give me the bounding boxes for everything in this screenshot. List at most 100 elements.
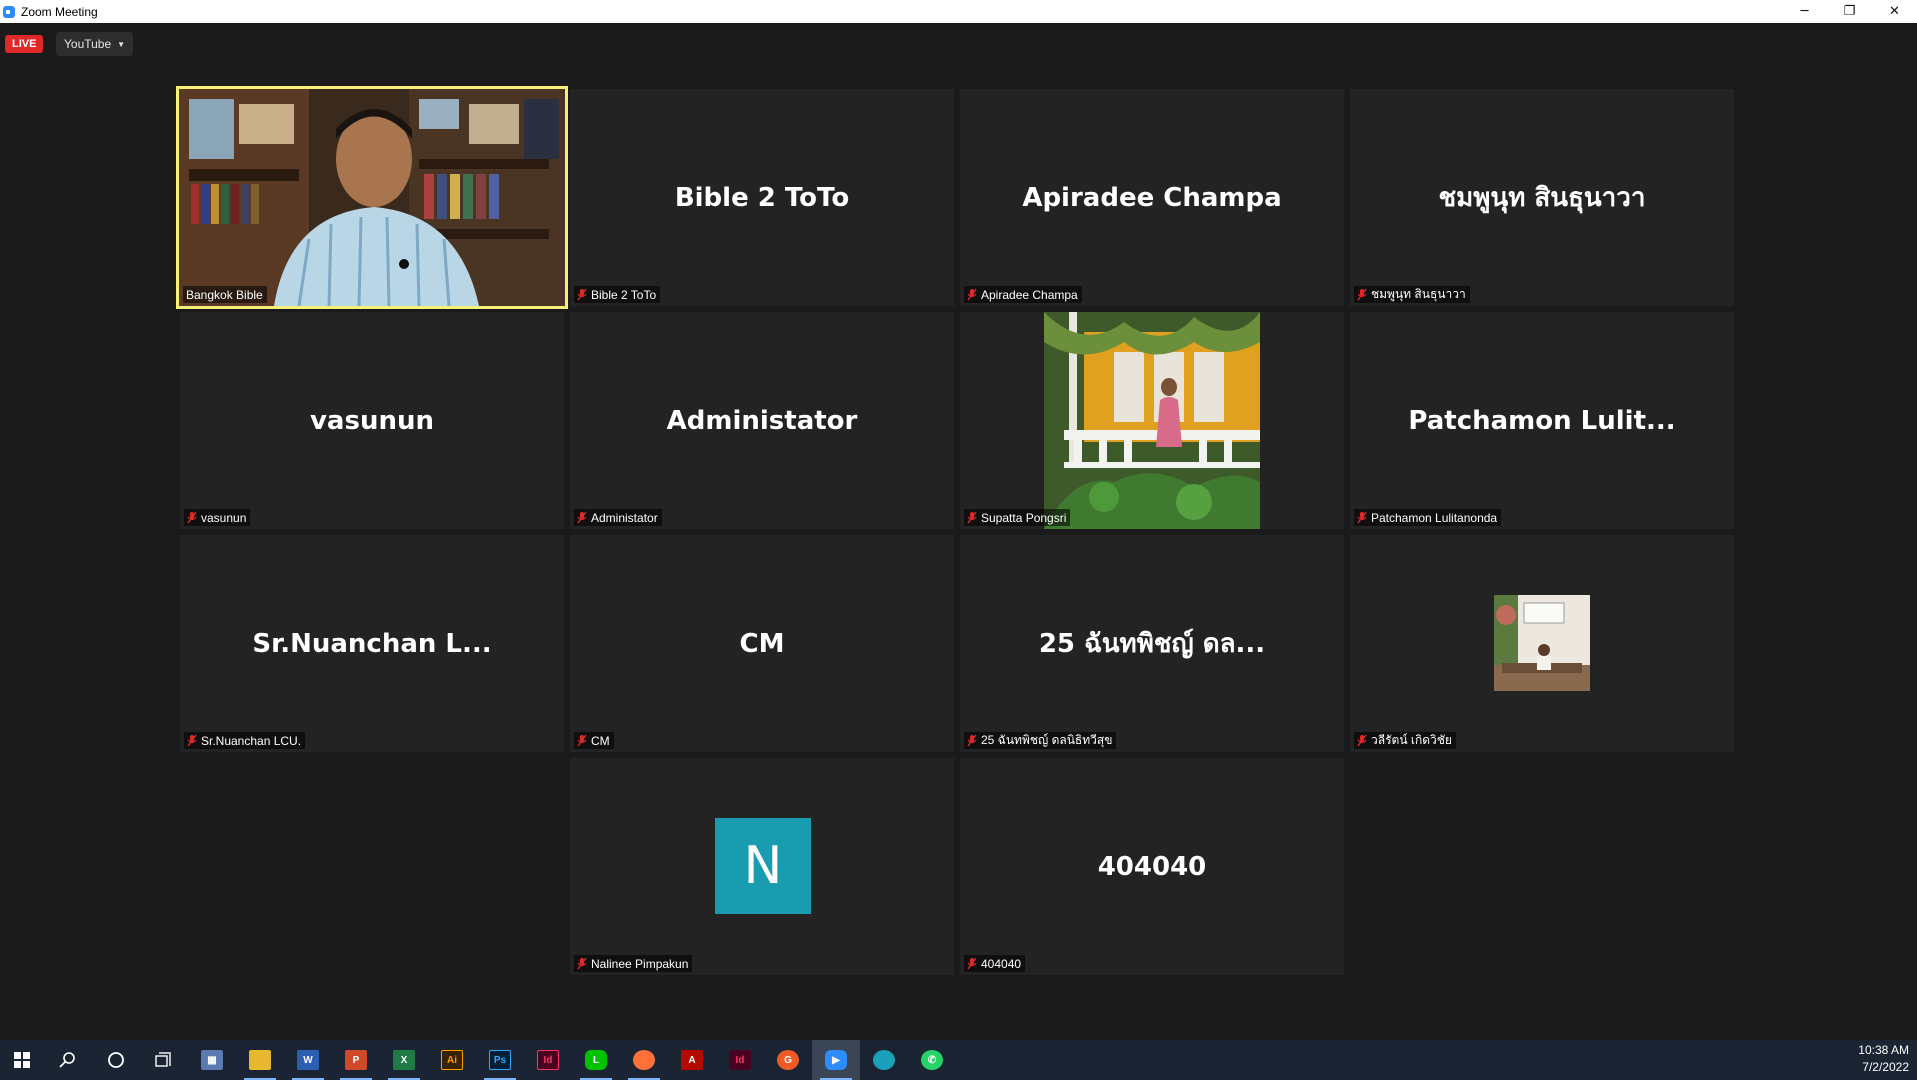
- participant-name-label: vasunun: [184, 509, 251, 526]
- live-badge: LIVE: [5, 35, 44, 53]
- zoom-app-icon: [3, 5, 15, 18]
- clock-time: 10:38 AM: [1858, 1043, 1909, 1057]
- video-tile-404040[interactable]: 404040 404040: [960, 758, 1344, 975]
- video-tile-apiradee-champa[interactable]: Apiradee Champa Apiradee Champa: [960, 89, 1344, 306]
- restore-button[interactable]: ❐: [1827, 0, 1872, 23]
- photoshop-icon[interactable]: Ps: [476, 1040, 524, 1080]
- participant-name: Bible 2 ToTo: [591, 287, 657, 302]
- participant-name: Administator: [591, 510, 658, 525]
- participant-name: Nalinee Pimpakun: [591, 956, 689, 971]
- participant-name: Patchamon Lulitanonda: [1371, 510, 1498, 525]
- meeting-view: LIVE YouTube ▼ Bangkok Bible Bible 2 ToT…: [0, 23, 1917, 1040]
- participant-name-label: Bible 2 ToTo: [574, 286, 661, 303]
- video-tile-administator[interactable]: Administator Administator: [570, 312, 954, 529]
- participant-name: Supatta Pongsri: [981, 510, 1067, 525]
- youtube-stream-dropdown[interactable]: YouTube ▼: [56, 32, 134, 56]
- video-tile-chanthaphit[interactable]: 25 ฉันทพิชญ์ ดล... 25 ฉันทพิชญ์ ดลนิธิทว…: [960, 535, 1344, 752]
- participant-display-name: 25 ฉันทพิชญ์ ดล...: [1038, 629, 1266, 659]
- muted-mic-icon: [577, 734, 587, 747]
- file-explorer-icon[interactable]: [236, 1040, 284, 1080]
- video-tile-bible-2-toto[interactable]: Bible 2 ToTo Bible 2 ToTo: [570, 89, 954, 306]
- calculator-icon[interactable]: ▦: [188, 1040, 236, 1080]
- word-icon[interactable]: W: [284, 1040, 332, 1080]
- whatsapp-icon[interactable]: ✆: [908, 1040, 956, 1080]
- grammarly-icon[interactable]: G: [764, 1040, 812, 1080]
- youtube-stream-label: YouTube: [64, 37, 112, 51]
- video-tile-cm[interactable]: CM CM: [570, 535, 954, 752]
- video-tile-bangkok-bible[interactable]: Bangkok Bible: [176, 86, 568, 309]
- muted-mic-icon: [577, 511, 587, 524]
- participant-name: Bangkok Bible: [186, 287, 263, 302]
- participant-name: 404040: [981, 956, 1022, 971]
- participant-name-label: วลีรัตน์ เกิดวิชัย: [1354, 732, 1456, 749]
- participant-name: Apiradee Champa: [981, 287, 1078, 302]
- zoom-icon[interactable]: ▶: [812, 1040, 860, 1080]
- participant-display-name: Sr.Nuanchan L...: [252, 628, 492, 659]
- close-button[interactable]: ✕: [1872, 0, 1917, 23]
- acrobat-icon[interactable]: A: [668, 1040, 716, 1080]
- participant-name-label: Supatta Pongsri: [964, 509, 1071, 526]
- muted-mic-icon: [577, 957, 587, 970]
- illustrator-icon[interactable]: Ai: [428, 1040, 476, 1080]
- search-icon[interactable]: [44, 1040, 92, 1080]
- line-icon[interactable]: L: [572, 1040, 620, 1080]
- edge-icon[interactable]: [860, 1040, 908, 1080]
- cortana-icon[interactable]: [92, 1040, 140, 1080]
- video-tile-vasunun[interactable]: vasunun vasunun: [180, 312, 564, 529]
- participant-display-name: Administator: [666, 405, 858, 436]
- participant-name-label: CM: [574, 732, 614, 749]
- title-bar: Zoom Meeting ─ ❐ ✕: [0, 0, 1917, 23]
- participant-name-label: Nalinee Pimpakun: [574, 955, 693, 972]
- muted-mic-icon: [577, 288, 587, 301]
- participant-display-name: Bible 2 ToTo: [674, 182, 850, 213]
- windows-taskbar: ▦ W P X Ai Ps Id L A Id G ▶ ✆: [0, 1040, 1917, 1080]
- video-tile-nalinee-pimpakun[interactable]: N Nalinee Pimpakun: [570, 758, 954, 975]
- participant-name: vasunun: [201, 510, 247, 525]
- powerpoint-icon[interactable]: P: [332, 1040, 380, 1080]
- windows-start-icon[interactable]: [0, 1040, 44, 1080]
- muted-mic-icon: [187, 511, 197, 524]
- video-tile-waleerat[interactable]: วลีรัตน์ เกิดวิชัย: [1350, 535, 1734, 752]
- system-clock[interactable]: 10:38 AM 7/2/2022: [1858, 1042, 1909, 1076]
- clock-date: 7/2/2022: [1862, 1060, 1909, 1074]
- indesign-icon[interactable]: Id: [524, 1040, 572, 1080]
- participant-display-name: Apiradee Champa: [1022, 182, 1282, 213]
- muted-mic-icon: [967, 511, 977, 524]
- participant-name-label: 25 ฉันทพิชญ์ ดลนิธิทวีสุข: [964, 732, 1117, 749]
- participant-display-name: ชมพูนุท สินธุนาวา: [1438, 183, 1646, 213]
- participant-name-label: Sr.Nuanchan LCU.: [184, 732, 306, 749]
- video-tile-sr-nuanchan[interactable]: Sr.Nuanchan L... Sr.Nuanchan LCU.: [180, 535, 564, 752]
- muted-mic-icon: [967, 288, 977, 301]
- muted-mic-icon: [1357, 288, 1367, 301]
- participant-display-name: Patchamon Lulit...: [1408, 405, 1676, 436]
- video-tile-supatta-pongsri[interactable]: Supatta Pongsri: [960, 312, 1344, 529]
- participant-name-label: Administator: [574, 509, 662, 526]
- muted-mic-icon: [967, 957, 977, 970]
- participant-video: [1044, 312, 1260, 529]
- participant-initial-avatar: N: [715, 818, 811, 914]
- participant-name: Sr.Nuanchan LCU.: [201, 733, 302, 748]
- muted-mic-icon: [967, 734, 977, 747]
- participant-name: ชมพูนุท สินธุนาวา: [1371, 287, 1466, 301]
- muted-mic-icon: [187, 734, 197, 747]
- participant-display-name: vasunun: [309, 405, 434, 436]
- window-controls: ─ ❐ ✕: [1782, 0, 1917, 23]
- participant-name-label: ชมพูนุท สินธุนาวา: [1354, 286, 1470, 303]
- participant-name: 25 ฉันทพิชญ์ ดลนิธิทวีสุข: [981, 733, 1113, 747]
- minimize-button[interactable]: ─: [1782, 0, 1827, 23]
- participant-name-label: Bangkok Bible: [183, 286, 267, 303]
- firefox-icon[interactable]: [620, 1040, 668, 1080]
- participant-name-label: Patchamon Lulitanonda: [1354, 509, 1502, 526]
- indesign-dark-icon[interactable]: Id: [716, 1040, 764, 1080]
- window-title: Zoom Meeting: [21, 4, 98, 19]
- participant-display-name: 404040: [1097, 851, 1207, 882]
- excel-icon[interactable]: X: [380, 1040, 428, 1080]
- video-tile-chomphunut[interactable]: ชมพูนุท สินธุนาวา ชมพูนุท สินธุนาวา: [1350, 89, 1734, 306]
- participant-name: CM: [591, 733, 610, 748]
- task-view-icon[interactable]: [140, 1040, 188, 1080]
- chevron-down-icon: ▼: [117, 39, 126, 49]
- muted-mic-icon: [1357, 734, 1367, 747]
- muted-mic-icon: [1357, 511, 1367, 524]
- participant-display-name: CM: [739, 628, 785, 659]
- video-tile-patchamon[interactable]: Patchamon Lulit... Patchamon Lulitanonda: [1350, 312, 1734, 529]
